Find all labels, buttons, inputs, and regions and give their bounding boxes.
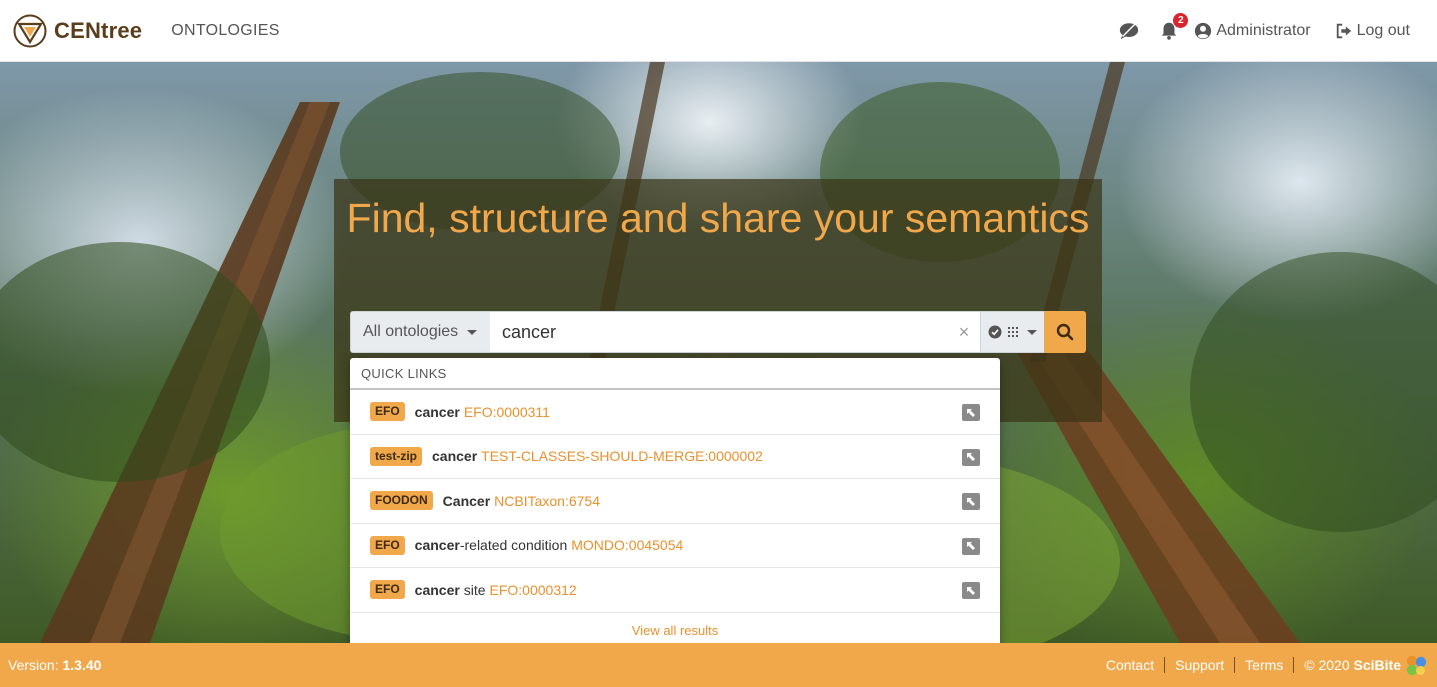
user-circle-icon	[1195, 22, 1212, 39]
search-filter-dropdown[interactable]	[980, 311, 1044, 353]
notification-badge: 2	[1173, 12, 1189, 28]
open-in-tree-icon[interactable]	[962, 537, 980, 555]
view-all-results-link[interactable]: View all results	[632, 623, 718, 638]
term-label: cancer-related condition	[414, 537, 568, 554]
term-label: cancer	[414, 403, 460, 420]
ontology-scope-dropdown[interactable]: All ontologies	[350, 311, 490, 353]
quick-links-dropdown: QUICK LINKS EFO cancer EFO:0000311 test-…	[350, 358, 1000, 647]
logout-label: Log out	[1356, 21, 1410, 39]
hero-title: Find, structure and share your semantics	[346, 195, 1090, 241]
ontology-tag: EFO	[370, 402, 405, 422]
brand[interactable]: CENtree	[13, 14, 142, 48]
quick-link-item[interactable]: EFO cancer EFO:0000311	[350, 390, 1000, 435]
divider	[1293, 657, 1295, 673]
open-in-tree-icon[interactable]	[962, 404, 980, 421]
user-name: Administrator	[1216, 21, 1311, 39]
search-bar: All ontologies ×	[350, 311, 1086, 353]
term-label: cancer site	[414, 581, 486, 598]
copyright: © 2020 SciBite	[1304, 657, 1401, 673]
ontology-tag: EFO	[370, 580, 405, 600]
open-in-tree-icon[interactable]	[962, 493, 980, 510]
version-info: Version: 1.3.40	[8, 657, 102, 673]
search-button[interactable]	[1044, 311, 1086, 353]
terms-link[interactable]: Terms	[1245, 657, 1283, 673]
navbar: CENtree ONTOLOGIES 2 Administrator Log o…	[0, 0, 1437, 62]
support-link[interactable]: Support	[1175, 657, 1224, 673]
open-in-tree-icon[interactable]	[962, 582, 980, 599]
divider	[1164, 657, 1166, 673]
logout-link[interactable]: Log out	[1335, 22, 1410, 40]
caret-down-icon	[467, 329, 478, 335]
search-icon	[1056, 323, 1074, 341]
footer: Version: 1.3.40 Contact Support Terms © …	[0, 643, 1437, 687]
quick-link-item[interactable]: test-zip cancer TEST-CLASSES-SHOULD-MERG…	[350, 435, 1000, 479]
term-curie: EFO:0000311	[463, 403, 550, 420]
centree-logo-icon	[13, 14, 47, 47]
quick-link-item[interactable]: EFO cancer site EFO:0000312	[350, 568, 1000, 613]
brand-name: CENtree	[54, 17, 143, 43]
open-in-tree-icon[interactable]	[962, 448, 980, 466]
caret-down-icon	[1027, 329, 1037, 335]
ontology-tag: test-zip	[370, 446, 422, 466]
quick-link-item[interactable]: EFO cancer-related condition MONDO:00450…	[350, 524, 1000, 568]
term-curie: TEST-CLASSES-SHOULD-MERGE:0000002	[481, 448, 763, 465]
divider	[1234, 657, 1236, 673]
sign-out-icon	[1336, 23, 1351, 38]
footer-links: Contact Support Terms © 2020 SciBite	[1106, 653, 1428, 677]
term-curie: MONDO:0045054	[571, 537, 684, 554]
nav-ontologies-link[interactable]: ONTOLOGIES	[171, 22, 280, 40]
term-label: Cancer	[442, 492, 491, 509]
bell-icon[interactable]: 2	[1158, 12, 1189, 42]
ontology-tag: FOODON	[370, 491, 433, 511]
check-circle-icon	[988, 325, 1002, 339]
term-curie: NCBITaxon:6754	[494, 492, 600, 509]
nav-right: 2 Administrator Log out	[1118, 12, 1410, 42]
chat-icon[interactable]	[1118, 20, 1140, 42]
quick-link-item[interactable]: FOODON Cancer NCBITaxon:6754	[350, 479, 1000, 524]
scibite-logo-icon[interactable]	[1404, 653, 1428, 677]
clear-search-button[interactable]: ×	[948, 311, 980, 353]
quick-links-header: QUICK LINKS	[350, 358, 1000, 390]
search-input[interactable]	[490, 311, 948, 353]
term-curie: EFO:0000312	[489, 581, 577, 598]
user-menu[interactable]: Administrator	[1194, 21, 1311, 40]
ontology-tag: EFO	[370, 535, 405, 555]
term-label: cancer	[432, 448, 478, 465]
contact-link[interactable]: Contact	[1106, 657, 1154, 673]
obsolete-grid-icon	[1008, 327, 1018, 337]
ontology-scope-label: All ontologies	[363, 323, 459, 340]
